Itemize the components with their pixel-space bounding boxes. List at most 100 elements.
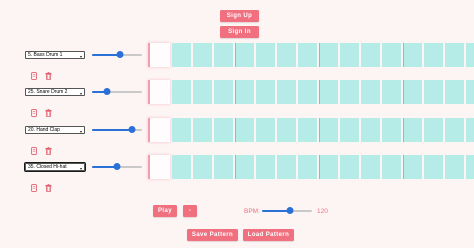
trash-icon[interactable]: [44, 108, 52, 117]
step-cell[interactable]: [319, 43, 338, 67]
step-cell[interactable]: [172, 80, 191, 104]
step-cell[interactable]: [340, 80, 359, 104]
save-pattern-button[interactable]: Save Pattern: [187, 229, 238, 241]
step-cell[interactable]: [256, 80, 275, 104]
sound-select[interactable]: 35. Closed Hi-hat ▾: [24, 162, 86, 172]
bpm-label: BPM:: [244, 208, 260, 215]
volume-slider[interactable]: [92, 51, 142, 59]
step-cell[interactable]: [214, 43, 233, 67]
step-cell[interactable]: [424, 80, 443, 104]
step-cell[interactable]: [193, 80, 212, 104]
step-cell[interactable]: [277, 80, 296, 104]
trash-icon[interactable]: [44, 183, 52, 192]
step-cell[interactable]: [214, 118, 233, 142]
step-cell[interactable]: [424, 43, 443, 67]
step-cell[interactable]: [382, 155, 401, 179]
sign-up-button[interactable]: Sign Up: [220, 10, 259, 22]
step-cell[interactable]: [172, 118, 191, 142]
step-cell[interactable]: [256, 155, 275, 179]
slider-thumb[interactable]: [103, 88, 111, 95]
sound-select-value: 20. Hand Clap: [28, 127, 60, 133]
step-cell[interactable]: [445, 118, 464, 142]
track-row: 35. Closed Hi-hat ▾: [0, 155, 474, 192]
step-cell[interactable]: [214, 155, 233, 179]
step-cell[interactable]: [403, 43, 422, 67]
step-cell[interactable]: [445, 155, 464, 179]
step-cell[interactable]: [319, 155, 338, 179]
trash-icon[interactable]: [44, 71, 52, 80]
trash-icon[interactable]: [44, 146, 52, 155]
step-cell[interactable]: [298, 43, 317, 67]
step-cell[interactable]: [277, 118, 296, 142]
slider-thumb[interactable]: [286, 207, 293, 214]
step-cell[interactable]: [277, 43, 296, 67]
step-cell[interactable]: [235, 80, 254, 104]
volume-slider[interactable]: [92, 163, 142, 171]
copy-icon[interactable]: [30, 146, 38, 155]
step-cell[interactable]: [466, 118, 474, 142]
step-cell[interactable]: [319, 118, 338, 142]
decrease-button[interactable]: -: [183, 205, 197, 217]
sound-select[interactable]: 25. Snare Drum 2 ▾: [25, 88, 85, 96]
sound-select-value: 25. Snare Drum 2: [28, 89, 68, 95]
sound-select[interactable]: 5. Bass Drum 1 ▾: [25, 51, 85, 59]
step-cell[interactable]: [340, 43, 359, 67]
step-cell[interactable]: [235, 118, 254, 142]
step-cell[interactable]: [193, 118, 212, 142]
step-cell-active[interactable]: [148, 155, 170, 179]
step-cell[interactable]: [235, 43, 254, 67]
step-cell[interactable]: [277, 155, 296, 179]
slider-thumb[interactable]: [116, 51, 123, 58]
step-cell[interactable]: [445, 80, 464, 104]
step-cell[interactable]: [298, 118, 317, 142]
step-cell[interactable]: [382, 43, 401, 67]
step-cell[interactable]: [445, 43, 464, 67]
step-cell[interactable]: [361, 80, 380, 104]
step-cell[interactable]: [361, 155, 380, 179]
chevron-down-icon: ▾: [79, 165, 82, 171]
copy-icon[interactable]: [30, 183, 38, 192]
step-cell[interactable]: [340, 118, 359, 142]
step-cell[interactable]: [424, 155, 443, 179]
slider-thumb[interactable]: [128, 126, 136, 133]
step-cell[interactable]: [235, 155, 254, 179]
step-cell-active[interactable]: [148, 80, 170, 104]
step-cell[interactable]: [382, 118, 401, 142]
load-pattern-button[interactable]: Load Pattern: [243, 229, 294, 241]
step-cell[interactable]: [340, 155, 359, 179]
copy-icon[interactable]: [30, 71, 38, 80]
volume-slider[interactable]: [92, 88, 142, 96]
step-cell[interactable]: [403, 80, 422, 104]
step-cell[interactable]: [361, 118, 380, 142]
copy-icon[interactable]: [30, 108, 38, 117]
step-cell[interactable]: [361, 43, 380, 67]
slider-thumb[interactable]: [113, 163, 121, 170]
step-cell[interactable]: [298, 155, 317, 179]
bpm-slider[interactable]: [262, 207, 312, 215]
step-cell[interactable]: [424, 118, 443, 142]
step-cell[interactable]: [382, 80, 401, 104]
step-cell-active[interactable]: [148, 118, 170, 142]
sound-select[interactable]: 20. Hand Clap ▾: [25, 126, 85, 134]
step-cell[interactable]: [256, 43, 275, 67]
step-cell[interactable]: [298, 80, 317, 104]
step-cell[interactable]: [403, 155, 422, 179]
sound-select-value: 35. Closed Hi-hat: [28, 164, 67, 170]
step-cell[interactable]: [172, 155, 191, 179]
volume-slider[interactable]: [92, 126, 142, 134]
step-cell[interactable]: [466, 43, 474, 67]
step-cell[interactable]: [466, 80, 474, 104]
step-cell[interactable]: [214, 80, 233, 104]
chevron-down-icon: ▾: [79, 128, 82, 134]
step-cell[interactable]: [193, 155, 212, 179]
step-cell[interactable]: [319, 80, 338, 104]
step-cell[interactable]: [172, 43, 191, 67]
track-row: 5. Bass Drum 1 ▾: [0, 43, 474, 80]
step-cell[interactable]: [466, 155, 474, 179]
step-cell[interactable]: [403, 118, 422, 142]
play-button[interactable]: Play: [153, 205, 177, 217]
step-cell-active[interactable]: [148, 43, 170, 67]
sign-in-button[interactable]: Sign In: [220, 26, 259, 38]
step-cell[interactable]: [193, 43, 212, 67]
step-cell[interactable]: [256, 118, 275, 142]
